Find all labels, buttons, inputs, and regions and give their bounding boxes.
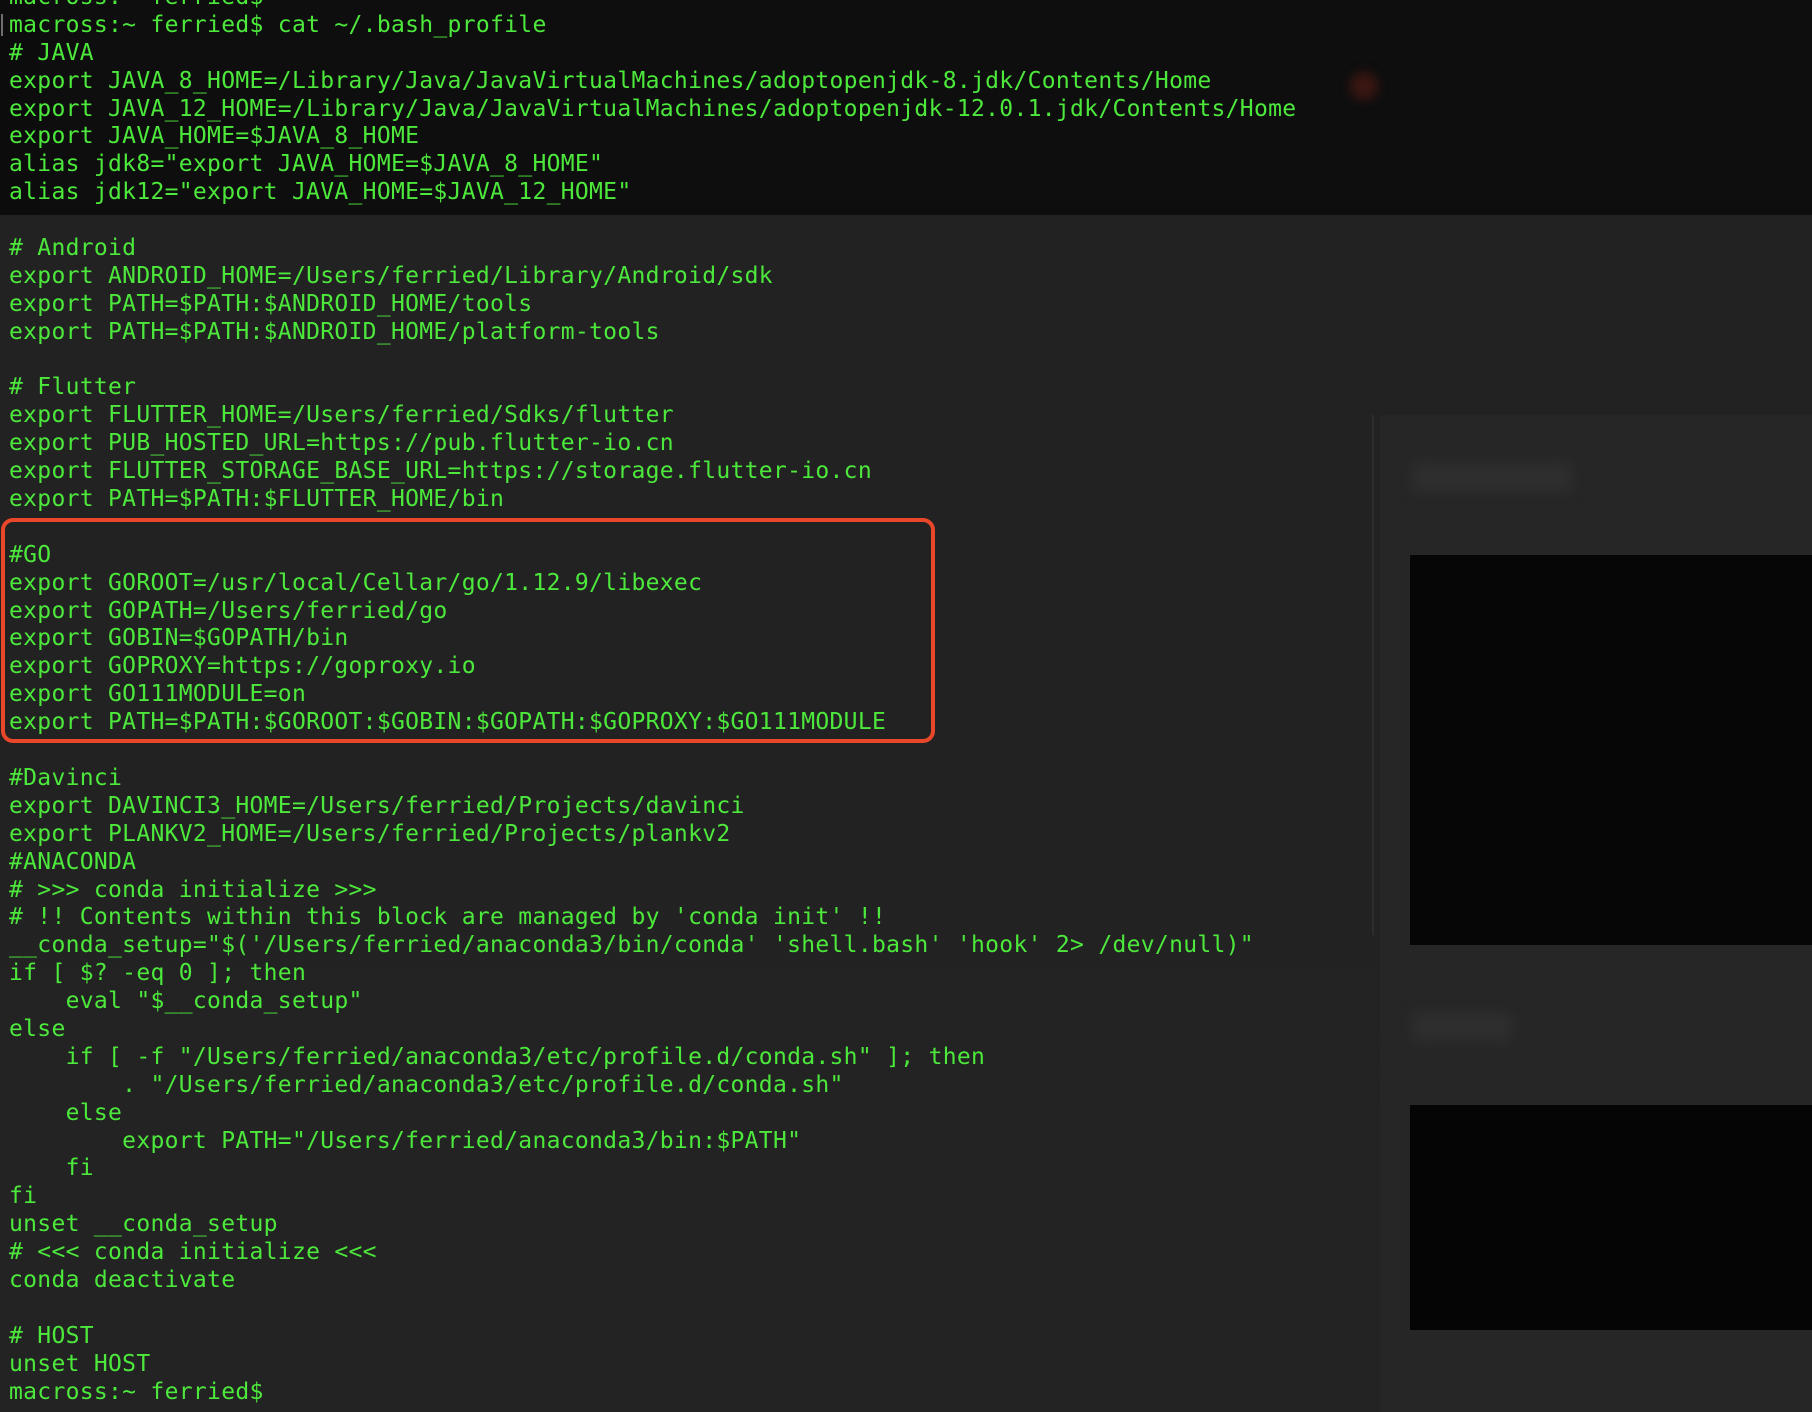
terminal-line: export PATH=$PATH:$ANDROID_HOME/platform… [9,318,660,345]
terminal-line: export JAVA_HOME=$JAVA_8_HOME [9,123,420,150]
terminal-line: # <<< conda initialize <<< [9,1239,377,1266]
terminal-line: fi [9,1183,38,1210]
terminal-line: conda deactivate [9,1266,236,1293]
terminal-line: macross:~ ferried$ cat ~/.bash_profile [9,11,547,38]
terminal-line: export JAVA_12_HOME=/Library/Java/JavaVi… [9,95,1297,122]
terminal-line: unset HOST [9,1350,151,1377]
terminal-line: export FLUTTER_HOME=/Users/ferried/Sdks/… [9,402,674,429]
terminal-line: export FLUTTER_STORAGE_BASE_URL=https://… [9,458,872,485]
terminal-line: # !! Contents within this block are mana… [9,904,887,931]
terminal-line: else [9,1015,66,1042]
go-section-highlight-box [1,518,935,743]
terminal-line: else [9,1099,123,1126]
terminal-line: export DAVINCI3_HOME=/Users/ferried/Proj… [9,792,745,819]
terminal-line: #ANACONDA [9,848,137,875]
terminal-line: # JAVA [9,39,94,66]
terminal-line: if [ $? -eq 0 ]; then [9,960,307,987]
terminal-line: export JAVA_8_HOME=/Library/Java/JavaVir… [9,67,1212,94]
terminal-line: __conda_setup="$('/Users/ferried/anacond… [9,932,1254,959]
terminal-line: export PATH="/Users/ferried/anaconda3/bi… [9,1127,802,1154]
terminal-selection-marker [1,14,3,36]
terminal-line: . "/Users/ferried/anaconda3/etc/profile.… [9,1071,844,1098]
terminal-line: # HOST [9,1322,94,1349]
terminal-line: #Davinci [9,764,123,791]
terminal-line: # Android [9,235,137,262]
terminal-line: macross:~ ferried$ [9,1378,264,1405]
terminal-line: # >>> conda initialize >>> [9,876,377,903]
terminal-line: eval "$__conda_setup" [9,988,363,1015]
terminal-line: fi [9,1155,94,1182]
terminal-line: macross:~ ferried$ [9,0,1296,12]
terminal-line: export ANDROID_HOME=/Users/ferried/Libra… [9,262,773,289]
terminal-line: export PUB_HOSTED_URL=https://pub.flutte… [9,430,674,457]
terminal-line: alias jdk8="export JAVA_HOME=$JAVA_8_HOM… [9,151,604,178]
terminal-line: unset __conda_setup [9,1211,278,1238]
terminal-line: export PATH=$PATH:$ANDROID_HOME/tools [9,290,533,317]
terminal-window[interactable]: macross:~ ferried$macross:~ ferried$ cat… [0,0,1812,1412]
terminal-line: alias jdk12="export JAVA_HOME=$JAVA_12_H… [9,179,632,206]
terminal-line: if [ -f "/Users/ferried/anaconda3/etc/pr… [9,1043,986,1070]
terminal-line: # Flutter [9,374,137,401]
terminal-line: export PLANKV2_HOME=/Users/ferried/Proje… [9,820,731,847]
terminal-line: export PATH=$PATH:$FLUTTER_HOME/bin [9,486,505,513]
